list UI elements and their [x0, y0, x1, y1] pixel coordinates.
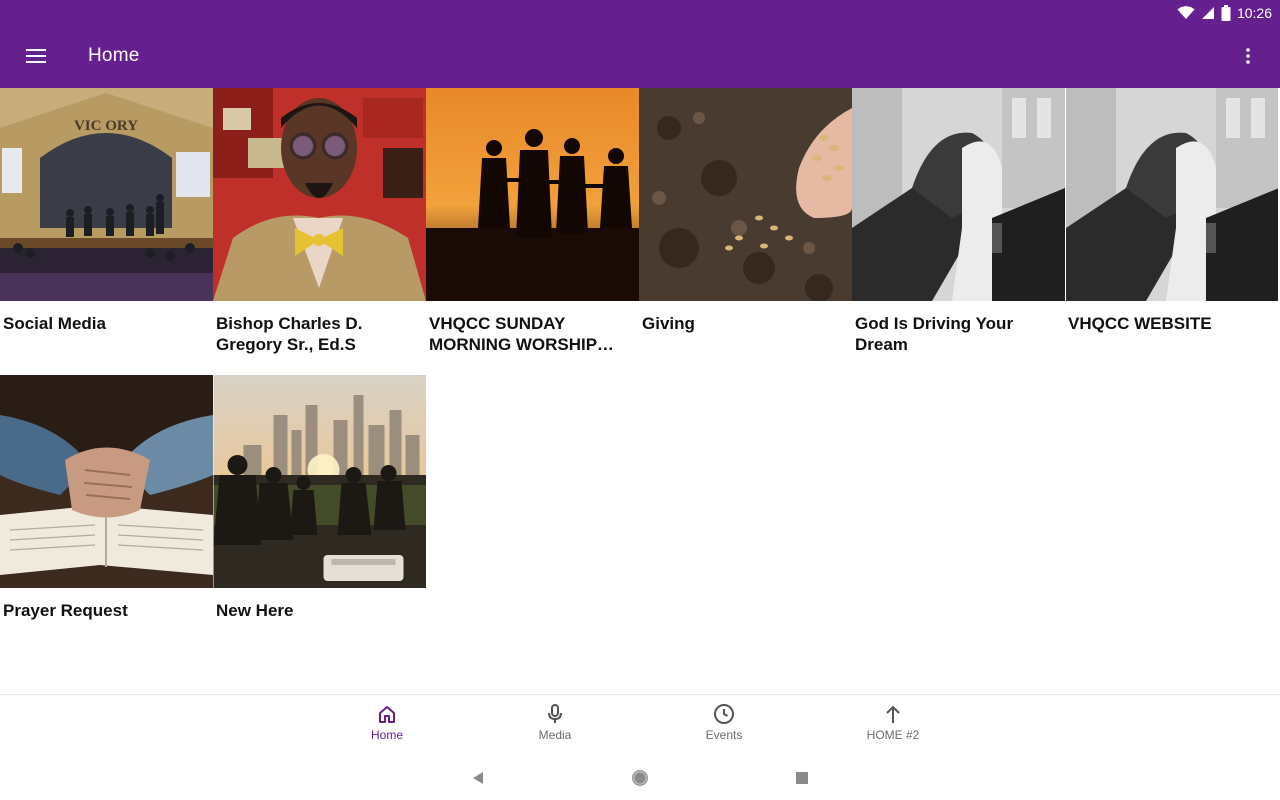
church-sanctuary-image: VIC ORY: [0, 88, 213, 301]
clasped-hands-image: [852, 88, 1065, 301]
nav-label: Events: [705, 728, 743, 742]
status-time: 10:26: [1236, 5, 1272, 21]
more-vert-icon: [1246, 48, 1250, 64]
nav-label: Media: [538, 728, 572, 742]
nav-item-events[interactable]: Events: [669, 703, 779, 742]
sunset-silhouettes-image: [426, 88, 639, 301]
system-home-button[interactable]: [630, 768, 650, 788]
tile-label: God Is Driving Your Dream: [855, 314, 1014, 354]
tile-label: VHQCC WEBSITE: [1068, 314, 1212, 333]
tile-label: Prayer Request: [3, 601, 128, 620]
bishop-portrait-image: [213, 88, 426, 301]
tile-label: Giving: [642, 314, 695, 333]
tile-label: VHQCC SUNDAY MORNING WORSHIP SE…: [429, 314, 597, 354]
svg-text:VIC ORY: VIC ORY: [74, 118, 138, 134]
nav-label: HOME #2: [866, 728, 920, 742]
back-triangle-icon: [473, 772, 483, 784]
tile-sunday-worship[interactable]: VHQCC SUNDAY MORNING WORSHIP SE…: [426, 88, 639, 355]
clock-icon: [714, 704, 734, 724]
bottom-navigation: Home Media Events HOME #2: [0, 694, 1280, 754]
hamburger-menu-icon: [26, 49, 46, 63]
tile-god-is-driving-your-dream[interactable]: God Is Driving Your Dream: [852, 88, 1065, 355]
home-circle-icon: [632, 770, 648, 786]
overflow-menu-button[interactable]: [1234, 38, 1262, 74]
microphone-icon: [548, 704, 562, 723]
system-recents-button[interactable]: [792, 768, 812, 788]
arrow-up-icon: [886, 705, 900, 723]
nav-item-home[interactable]: Home: [332, 703, 442, 742]
tile-bishop[interactable]: Bishop Charles D. Gregory Sr., Ed.S: [213, 88, 426, 355]
tile-prayer-request[interactable]: Prayer Request: [0, 375, 213, 621]
nav-item-media[interactable]: Media: [500, 703, 610, 742]
city-sunset-gathering-image: [213, 375, 426, 588]
nav-label: Home: [370, 728, 403, 742]
system-back-button[interactable]: [468, 768, 488, 788]
tile-social-media[interactable]: VIC ORY Social Media: [0, 88, 213, 334]
hands-on-bible-image: [0, 375, 213, 588]
clasped-hands-image: [1065, 88, 1278, 301]
hamburger-menu-button[interactable]: [18, 38, 54, 74]
nav-item-home-2[interactable]: HOME #2: [838, 703, 948, 742]
app-bar: 10:26 Home: [0, 0, 1280, 88]
recents-square-icon: [796, 772, 808, 784]
status-bar: 10:26: [1177, 3, 1272, 23]
tile-new-here[interactable]: New Here: [213, 375, 426, 621]
system-navigation-bar: [0, 754, 1280, 800]
tile-vhqcc-website[interactable]: VHQCC WEBSITE: [1065, 88, 1278, 334]
home-icon: [379, 706, 395, 723]
battery-icon: [1221, 5, 1231, 21]
wifi-icon: [1177, 6, 1195, 19]
page-title: Home: [88, 45, 140, 66]
tile-giving[interactable]: Giving: [639, 88, 852, 334]
tile-label: Bishop Charles D. Gregory Sr., Ed.S: [216, 314, 363, 354]
tile-label: New Here: [216, 601, 294, 620]
hand-sowing-seeds-image: [639, 88, 852, 301]
tile-label: Social Media: [3, 314, 106, 333]
cell-signal-icon: [1201, 7, 1214, 19]
